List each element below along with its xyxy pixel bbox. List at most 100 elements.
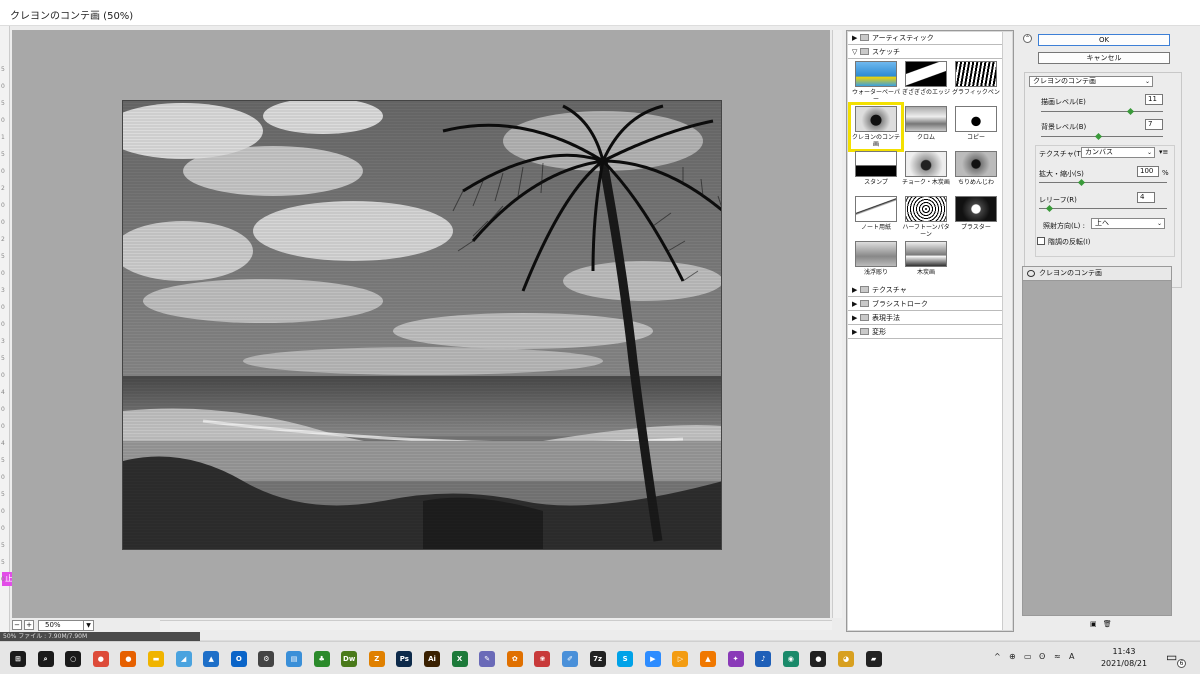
- app-icon-1[interactable]: ◢: [175, 651, 192, 667]
- system-clock[interactable]: 11:43 2021/08/21: [1092, 646, 1156, 670]
- filter-category[interactable]: ▽ スケッチ: [848, 46, 1003, 59]
- cortana-icon[interactable]: ○: [65, 651, 82, 667]
- preview-horizontal-scrollbar[interactable]: [160, 620, 832, 630]
- filter-thumbnail[interactable]: ちりめんじわ: [952, 151, 1000, 193]
- filter-thumbnail[interactable]: 浅浮彫り: [852, 241, 900, 283]
- category-label: 表現手法: [872, 314, 900, 322]
- scaling-slider[interactable]: [1039, 178, 1167, 187]
- background-level-input[interactable]: 7: [1145, 119, 1163, 130]
- skype-icon[interactable]: S: [617, 651, 634, 667]
- zoom-in-button[interactable]: +: [24, 620, 34, 630]
- windows-taskbar: 11:43 2021/08/21 ▭ 6 ⊞ ⌕ ○ ● ● ▬ ◢ ▲ O ⚙ ▤ ♣ Dw Z Ps Ai X…: [0, 641, 1200, 674]
- cancel-button[interactable]: キャンセル: [1038, 52, 1170, 64]
- notification-center-icon[interactable]: ▭ 6: [1166, 650, 1186, 668]
- tray-icon[interactable]: ʘ: [1039, 652, 1045, 661]
- app-icon-4[interactable]: Z: [368, 651, 385, 667]
- app-icon-11[interactable]: ◕: [838, 651, 854, 667]
- ok-button[interactable]: OK: [1038, 34, 1170, 46]
- texture-select[interactable]: カンバス ⌄: [1081, 147, 1155, 158]
- 7zip-icon[interactable]: 7z: [589, 651, 606, 667]
- invert-checkbox[interactable]: [1037, 237, 1045, 245]
- app-icon-10[interactable]: ◉: [782, 651, 799, 667]
- tray-icon[interactable]: ▭: [1024, 652, 1032, 661]
- zoom-icon[interactable]: ▶: [644, 651, 661, 667]
- foreground-level-input[interactable]: 11: [1145, 94, 1163, 105]
- filter-category[interactable]: ▶ アーティスティック: [848, 32, 1003, 45]
- zoom-select[interactable]: 50% ▼: [38, 620, 94, 631]
- eye-icon[interactable]: [1027, 270, 1035, 277]
- outlook-icon[interactable]: O: [230, 651, 247, 667]
- photos-icon[interactable]: ▲: [203, 651, 220, 667]
- settings-icon[interactable]: ⚙: [258, 651, 275, 667]
- layer-buttons: ▣ 🗑: [1090, 620, 1120, 630]
- filter-thumbnail[interactable]: クロム: [902, 106, 950, 148]
- vlc-icon[interactable]: ▲: [700, 651, 716, 667]
- filter-thumbnail[interactable]: チョーク・木炭画: [902, 151, 950, 193]
- app-icon-3[interactable]: ♣: [313, 651, 330, 667]
- gallery-scrollbar[interactable]: [1002, 32, 1012, 630]
- record-icon[interactable]: ●: [810, 651, 827, 667]
- illustrator-icon[interactable]: Ai: [424, 651, 440, 667]
- ruler-number: 0: [1, 525, 5, 532]
- scaling-input[interactable]: 100: [1137, 166, 1159, 177]
- filter-thumbnail[interactable]: グラフィックペン: [952, 61, 1000, 103]
- file-explorer-icon[interactable]: ▬: [148, 651, 164, 667]
- filter-thumbnail[interactable]: ノート用紙: [852, 196, 900, 238]
- tray-icon[interactable]: A: [1069, 652, 1074, 661]
- filter-thumbnail[interactable]: スタンプ: [852, 151, 900, 193]
- chrome-icon[interactable]: ●: [92, 651, 109, 667]
- collapsed-triangle-icon: ▶: [852, 328, 858, 336]
- tray-icon[interactable]: ≈: [1054, 652, 1061, 661]
- folder-icon: [860, 48, 869, 55]
- filter-thumbnail[interactable]: ぎざぎざのエッジ: [902, 61, 950, 103]
- tray-icon[interactable]: ^: [994, 652, 1001, 661]
- filter-category[interactable]: ▶ 表現手法: [848, 312, 1003, 325]
- slider-knob[interactable]: [1078, 178, 1086, 187]
- texture-menu-icon[interactable]: ▾≡: [1159, 148, 1168, 156]
- slider-knob[interactable]: [1095, 132, 1103, 141]
- ruler-number: 4: [1, 440, 5, 447]
- filter-category[interactable]: ▶ 変形: [848, 326, 1003, 339]
- app-icon-2[interactable]: ▤: [286, 651, 302, 667]
- filter-thumbnail[interactable]: プラスター: [952, 196, 1000, 238]
- filter-category[interactable]: ▶ ブラシストローク: [848, 298, 1003, 311]
- relief-slider[interactable]: [1039, 204, 1167, 213]
- app-icon-5[interactable]: ✎: [479, 651, 496, 667]
- butterfly-icon[interactable]: ✿: [506, 651, 523, 667]
- dreamweaver-icon[interactable]: Dw: [341, 651, 358, 667]
- tray-icon[interactable]: ⊕: [1009, 652, 1016, 661]
- background-level-slider[interactable]: [1041, 132, 1163, 141]
- filter-select[interactable]: クレヨンのコンテ画 ⌄: [1029, 76, 1153, 87]
- slider-knob[interactable]: [1127, 107, 1135, 116]
- app-icon-9[interactable]: ✦: [727, 651, 744, 667]
- sticky-notes-icon[interactable]: ▰: [865, 651, 882, 667]
- filter-thumbnail[interactable]: 木炭画: [902, 241, 950, 283]
- filter-thumbnail[interactable]: クレヨンのコンテ画: [848, 102, 904, 152]
- app-icon-6[interactable]: ❀: [534, 651, 551, 667]
- collapse-icon[interactable]: ⌃: [1023, 34, 1032, 43]
- music-icon[interactable]: ♪: [755, 651, 772, 667]
- slider-knob[interactable]: [1046, 204, 1054, 213]
- foreground-level-slider[interactable]: [1041, 107, 1163, 116]
- delete-layer-icon[interactable]: 🗑: [1103, 620, 1112, 628]
- search-icon[interactable]: ⌕: [37, 651, 54, 667]
- photoshop-icon[interactable]: Ps: [396, 651, 413, 667]
- app-icon-7[interactable]: ✐: [562, 651, 578, 667]
- new-layer-icon[interactable]: ▣: [1090, 620, 1097, 628]
- filter-thumbnail[interactable]: ハーフトーンパターン: [902, 196, 950, 238]
- preview-area[interactable]: [12, 30, 830, 618]
- app-icon-8[interactable]: ▷: [672, 651, 689, 667]
- relief-input[interactable]: 4: [1137, 192, 1155, 203]
- preview-vertical-scrollbar[interactable]: [832, 30, 842, 618]
- filter-thumbnail[interactable]: コピー: [952, 106, 1000, 148]
- filter-preview-image: [905, 241, 947, 267]
- filter-thumbnail[interactable]: ウォーターペーパー: [852, 61, 900, 103]
- excel-icon[interactable]: X: [451, 651, 468, 667]
- firefox-icon[interactable]: ●: [120, 651, 137, 667]
- zoom-out-button[interactable]: −: [12, 620, 22, 630]
- effect-layer-row[interactable]: クレヨンのコンテ画: [1023, 267, 1171, 281]
- light-direction-select[interactable]: 上へ ⌄: [1091, 218, 1165, 229]
- filter-category[interactable]: ▶ テクスチャ: [848, 284, 1003, 297]
- windows-start-icon[interactable]: ⊞: [10, 651, 26, 667]
- clock-date: 2021/08/21: [1100, 659, 1148, 668]
